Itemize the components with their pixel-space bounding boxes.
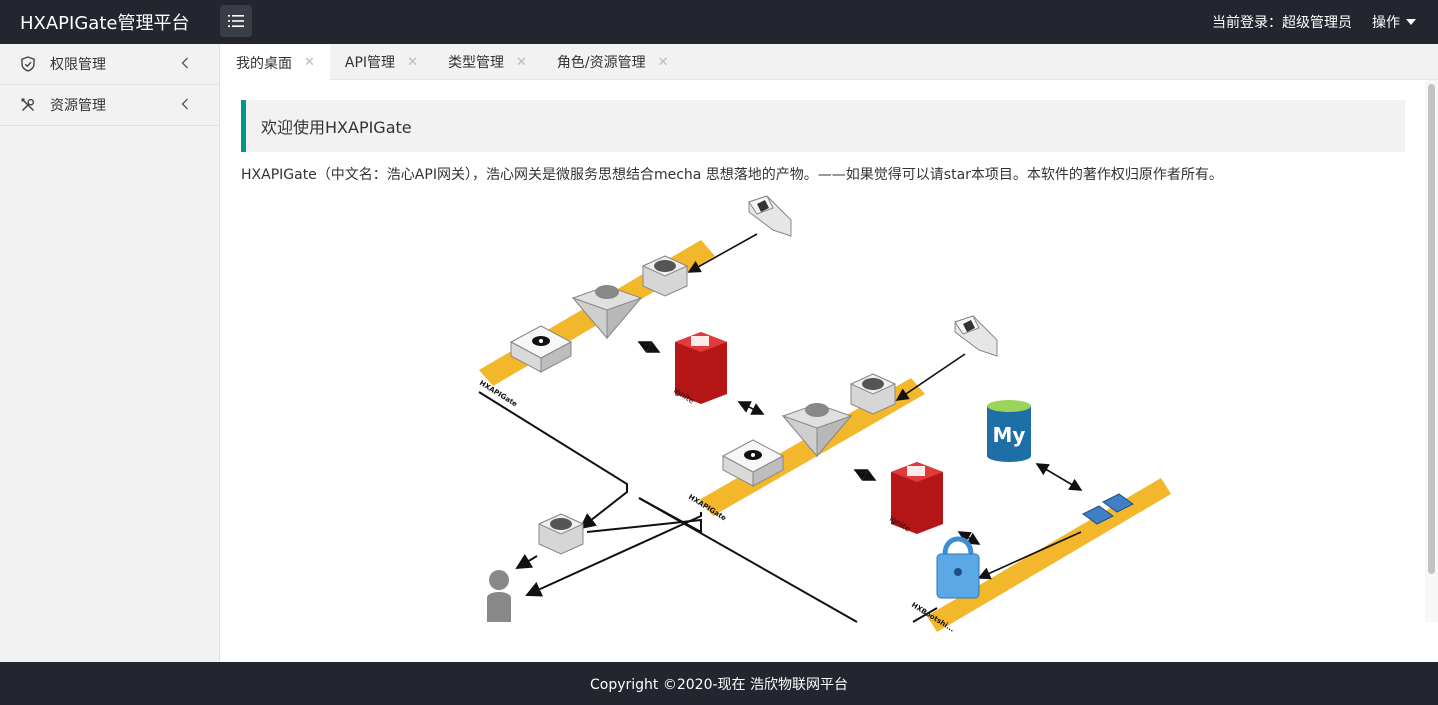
copyright-text: Copyright ©2020-现在 浩欣物联网平台 xyxy=(590,676,848,693)
caret-down-icon xyxy=(1406,19,1416,25)
sidebar-item-label: 资源管理 xyxy=(50,98,106,114)
lock-icon xyxy=(936,536,980,599)
camera-icon xyxy=(954,315,998,357)
camera-icon xyxy=(748,195,792,237)
menu-toggle-button[interactable] xyxy=(220,5,252,37)
tab-label: API管理 xyxy=(344,55,396,71)
chevron-left-icon xyxy=(181,98,188,110)
current-user: 当前登录：超级管理员 xyxy=(1212,15,1352,31)
mysql-icon: My xyxy=(987,400,1031,462)
close-icon[interactable]: ✕ xyxy=(407,55,418,70)
header-right: 当前登录：超级管理员 操作 xyxy=(1212,12,1416,32)
tab-my-desktop[interactable]: 我的桌面 ✕ xyxy=(221,44,330,81)
switch-node xyxy=(537,513,585,555)
tab-label: 我的桌面 xyxy=(236,55,292,72)
tab-label: 角色/资源管理 xyxy=(556,55,646,71)
close-icon[interactable]: ✕ xyxy=(516,55,527,70)
main-content: 欢迎使用HXAPIGate HXAPIGate（中文名：浩心API网关），浩心网… xyxy=(221,80,1438,662)
chevron-left-icon xyxy=(181,57,188,69)
footer: Copyright ©2020-现在 浩欣物联网平台 xyxy=(0,662,1438,705)
sidebar-item-label: 权限管理 xyxy=(50,57,106,73)
tab-api-management[interactable]: API管理 ✕ xyxy=(330,44,433,80)
sidebar-item-permissions[interactable]: 权限管理 xyxy=(0,44,219,85)
architecture-diagram: My HXAPIGate HXAPIGate ignite ignite HXB… xyxy=(478,195,1171,634)
tab-bar: 我的桌面 ✕ API管理 ✕ 类型管理 ✕ 角色/资源管理 ✕ xyxy=(221,44,1438,81)
close-icon[interactable]: ✕ xyxy=(658,55,669,70)
operations-label: 操作 xyxy=(1372,15,1400,31)
shield-icon xyxy=(21,56,35,72)
vertical-scrollbar[interactable] xyxy=(1425,80,1438,622)
close-icon[interactable]: ✕ xyxy=(304,55,315,70)
tab-type-management[interactable]: 类型管理 ✕ xyxy=(433,44,542,80)
scrollbar-thumb[interactable] xyxy=(1428,84,1435,574)
app-logo[interactable]: HXAPIGate管理平台 xyxy=(20,9,189,35)
tab-role-resource-management[interactable]: 角色/资源管理 ✕ xyxy=(542,44,684,80)
top-header: HXAPIGate管理平台 当前登录：超级管理员 操作 xyxy=(0,0,1438,44)
mysql-label: My xyxy=(993,423,1026,447)
operations-dropdown[interactable]: 操作 xyxy=(1372,12,1416,32)
sidebar: 权限管理 资源管理 xyxy=(0,44,220,662)
list-icon xyxy=(228,15,244,27)
tab-label: 类型管理 xyxy=(447,55,504,71)
user-icon xyxy=(487,570,511,622)
tools-icon xyxy=(21,98,35,112)
sidebar-item-resources[interactable]: 资源管理 xyxy=(0,85,219,126)
